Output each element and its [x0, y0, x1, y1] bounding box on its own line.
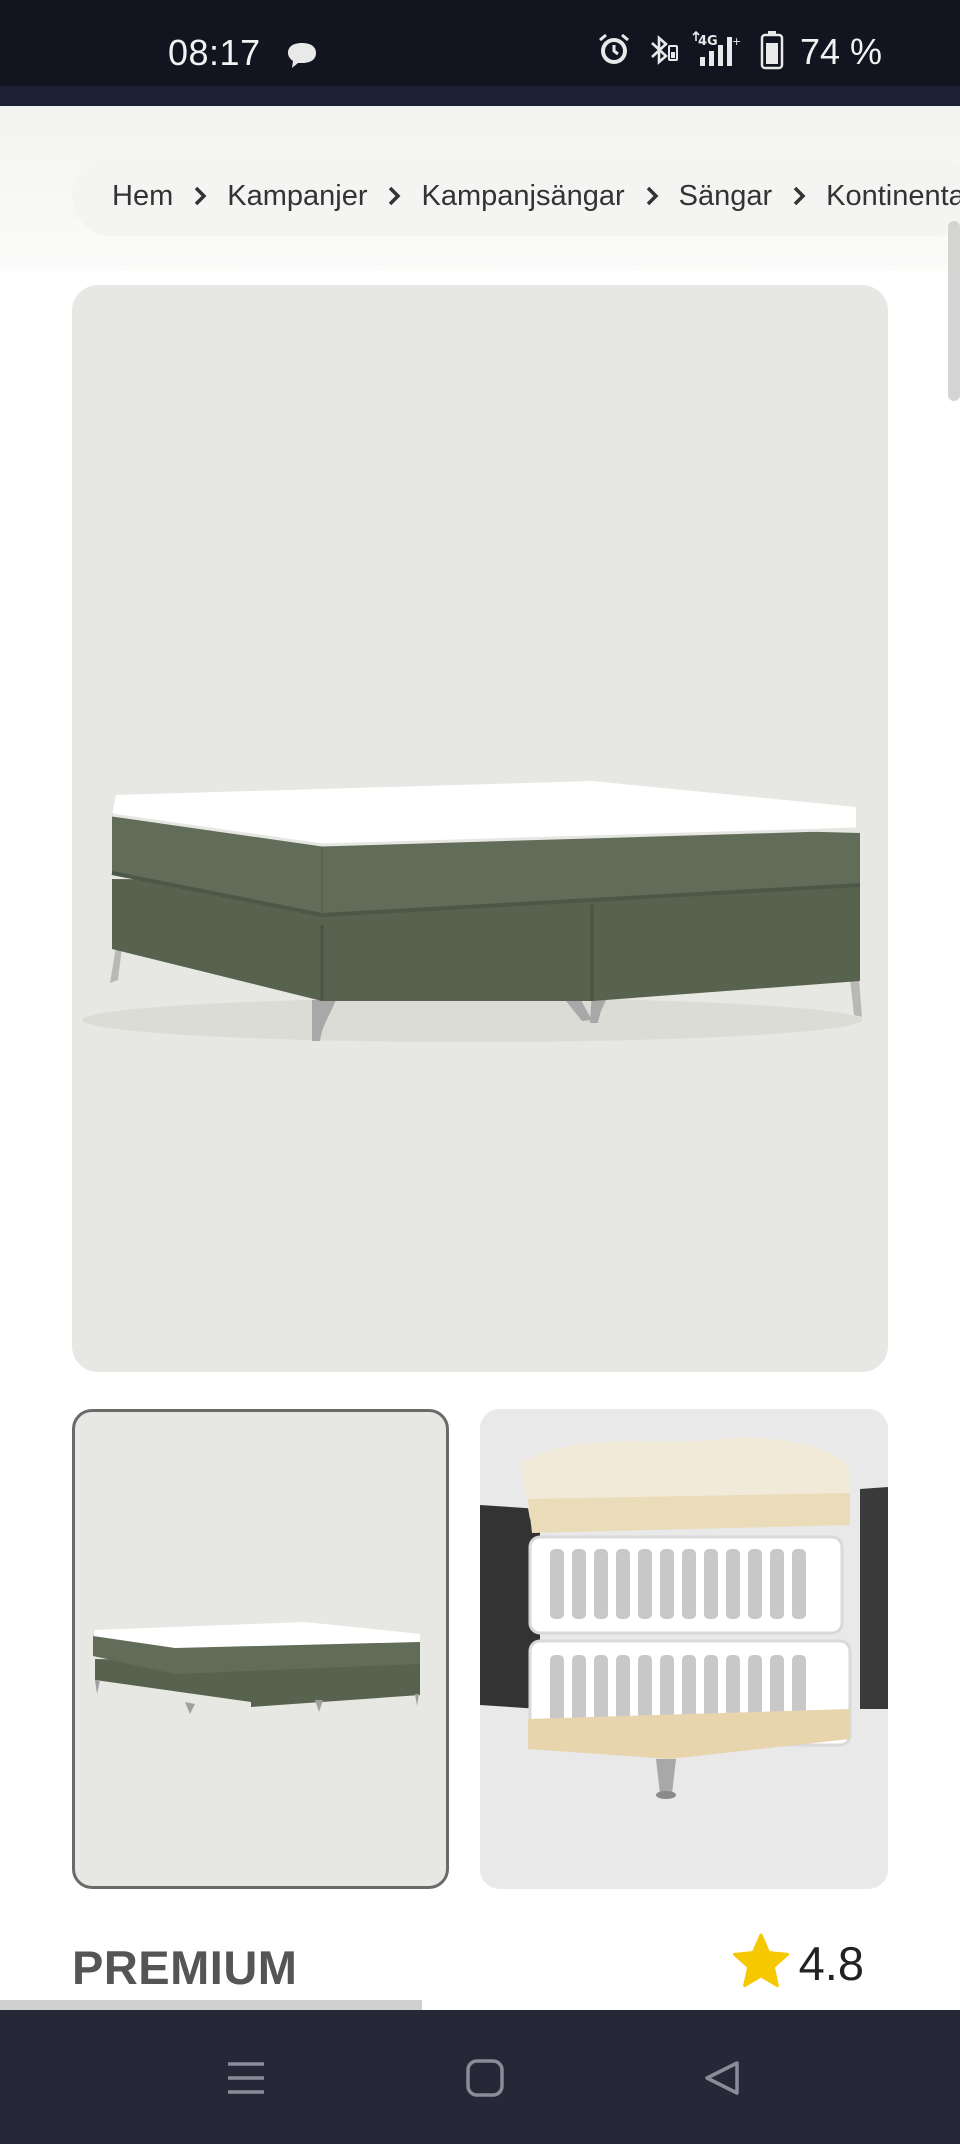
breadcrumb-sangar[interactable]: Sängar [675, 180, 777, 213]
product-main-image[interactable] [72, 285, 888, 1372]
chevron-right-icon [792, 181, 806, 211]
product-label: PREMIUM [72, 1941, 298, 1994]
thumbnail-spring-layers[interactable] [480, 1409, 888, 1889]
breadcrumb-area: Hem Kampanjer Kampanjsängar Sängar Konti… [0, 106, 960, 401]
breadcrumb-kampanjer[interactable]: Kampanjer [223, 180, 371, 213]
chevron-right-icon [645, 181, 659, 211]
chevron-right-icon [387, 181, 401, 211]
breadcrumb-kampanjsangar[interactable]: Kampanjsängar [417, 180, 628, 213]
menu-lines-icon [224, 2058, 268, 2103]
breadcrumb: Hem Kampanjer Kampanjsängar Sängar Konti… [72, 156, 960, 236]
bluetooth-icon [644, 32, 680, 73]
scroll-indicator[interactable] [948, 221, 960, 401]
breadcrumb-kontinentalsangar[interactable]: Kontinentalsängar [822, 180, 960, 213]
scroll-progress-fill [0, 2000, 423, 2010]
product-rating[interactable]: 4.8 [731, 1932, 864, 1995]
svg-text:+: + [732, 35, 741, 48]
home-button[interactable] [455, 2050, 515, 2110]
status-bar-divider [0, 86, 960, 106]
star-icon [731, 1932, 791, 1995]
back-button[interactable] [692, 2050, 752, 2110]
4g-signal-icon: 4G + [692, 30, 748, 74]
battery-icon [760, 30, 784, 75]
alarm-icon [596, 32, 632, 73]
breadcrumb-home[interactable]: Hem [108, 180, 177, 213]
recent-apps-button[interactable] [216, 2050, 276, 2110]
square-icon [464, 2057, 506, 2104]
chevron-right-icon [193, 181, 207, 211]
system-navigation-bar [0, 2010, 960, 2144]
svg-text:4G: 4G [698, 34, 718, 49]
spring-layers-cross-section [480, 1409, 888, 1889]
status-time: 08:17 [168, 32, 261, 73]
chat-bubble-icon [284, 40, 320, 70]
status-icons: 4G + 74 % [596, 30, 882, 74]
status-bar: 08:17 4G + 74 % [0, 0, 960, 106]
battery-percentage: 74 % [799, 31, 882, 72]
green-continental-bed-illustration [82, 781, 862, 1042]
back-triangle-icon [701, 2057, 743, 2104]
scroll-progress-bar [0, 2000, 960, 2010]
thumbnail-bed[interactable] [72, 1409, 449, 1889]
rating-value: 4.8 [798, 1937, 864, 1990]
green-continental-bed-thumbnail [93, 1622, 420, 1714]
